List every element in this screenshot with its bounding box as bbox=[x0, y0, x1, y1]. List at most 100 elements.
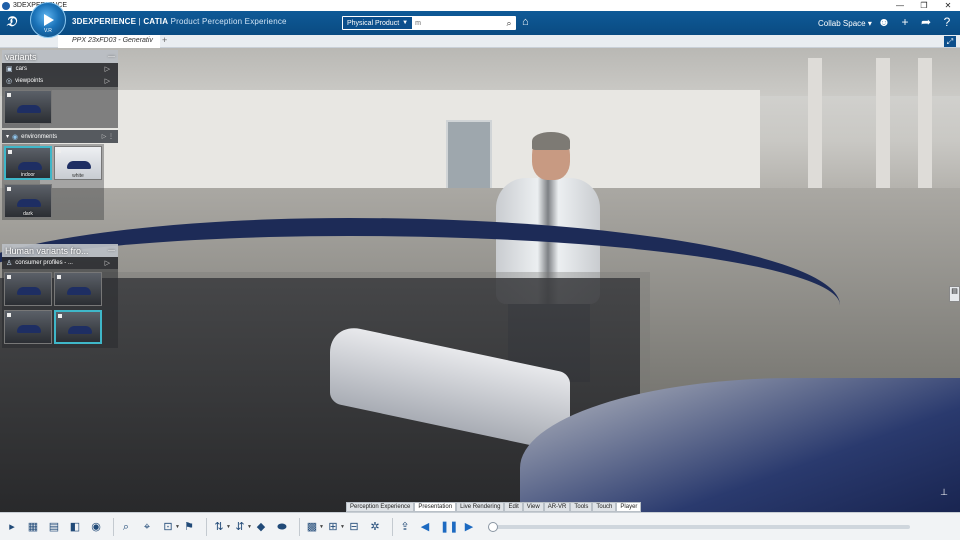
tab-ar-vr[interactable]: AR-VR bbox=[543, 502, 571, 512]
command-tabs: Perception Experience Presentation Live … bbox=[346, 502, 642, 512]
tab-view[interactable]: View bbox=[522, 502, 544, 512]
tab-ppx[interactable]: PPX 23xFD03 - Generativ bbox=[58, 35, 160, 48]
search-filter-label: Physical Product bbox=[347, 19, 400, 27]
more-options-icon[interactable]: ▷ ⋮ bbox=[102, 133, 114, 140]
human-thumbnail[interactable] bbox=[4, 310, 52, 344]
app-window: 3DEXPERIENCE — ❐ ✕ 𝔇 3DEXPERIENCE | CATI… bbox=[0, 0, 960, 540]
human-variants-icon[interactable]: ◧ bbox=[67, 519, 83, 535]
thumbnail-pin-icon bbox=[57, 275, 61, 279]
add-icon[interactable]: + bbox=[898, 15, 912, 29]
share-icon[interactable]: ➦ bbox=[919, 15, 933, 29]
help-icon[interactable]: ? bbox=[940, 15, 954, 29]
add-tab-icon[interactable]: + bbox=[162, 35, 167, 45]
consumer-profiles-label: consumer profiles - ... bbox=[15, 260, 73, 266]
brand-product: CATIA bbox=[143, 17, 169, 26]
env-thumbnail-label: dark bbox=[23, 211, 33, 217]
car-thumbnail-image bbox=[68, 326, 92, 334]
human-variants-panel: Human variants fro... — ♙ consumer profi… bbox=[2, 244, 118, 348]
ds-logo-icon[interactable]: 𝔇 bbox=[6, 14, 24, 32]
search-icon[interactable]: ⌕ bbox=[502, 18, 516, 29]
tab-edit[interactable]: Edit bbox=[504, 502, 523, 512]
side-panel-handle[interactable]: ▤ bbox=[949, 286, 960, 302]
render-icon[interactable]: ✲ bbox=[367, 519, 383, 535]
capture-icon[interactable]: ▩ ▼ bbox=[304, 519, 324, 535]
tree-icon[interactable]: ⊞ ▼ bbox=[325, 519, 345, 535]
export-icon[interactable]: ⇪ bbox=[397, 519, 413, 535]
human-thumbnail-selected[interactable] bbox=[54, 310, 102, 344]
car-thumbnail-image bbox=[17, 105, 41, 113]
viewpoint-thumbnail[interactable] bbox=[4, 90, 52, 124]
pause-icon[interactable]: ❚❚ bbox=[440, 519, 458, 535]
tab-touch[interactable]: Touch bbox=[592, 502, 617, 512]
record-icon[interactable]: ◉ bbox=[88, 519, 104, 535]
variants-panel-title: variants — bbox=[2, 50, 118, 63]
env-thumbnail-label: indoor bbox=[21, 172, 35, 178]
collapse-icon[interactable]: — bbox=[108, 247, 115, 254]
chevron-down-icon: ▼ bbox=[402, 20, 409, 26]
variant-row-label: cars bbox=[15, 66, 27, 72]
previous-icon[interactable]: ◀ bbox=[418, 519, 432, 535]
toolbar-divider bbox=[392, 517, 393, 536]
tab-live-rendering[interactable]: Live Rendering bbox=[456, 502, 505, 512]
section-icon[interactable]: ⊟ bbox=[346, 519, 362, 535]
tab-player[interactable]: Player bbox=[616, 502, 642, 512]
chevron-down-icon: ▼ bbox=[226, 523, 231, 530]
tab-presentation[interactable]: Presentation bbox=[414, 502, 457, 512]
car-icon: ▣ bbox=[6, 66, 13, 73]
user-avatar-icon[interactable]: ☻ bbox=[877, 15, 891, 29]
viewpoint-icon[interactable]: ⚑ bbox=[181, 519, 197, 535]
env-thumbnail-white[interactable]: white bbox=[54, 146, 102, 180]
env-thumbnail-indoor[interactable]: indoor bbox=[4, 146, 52, 180]
toolbar-divider bbox=[299, 517, 300, 536]
human-thumbnail[interactable] bbox=[4, 272, 52, 306]
variants-title: variants bbox=[5, 51, 37, 62]
expand-icon[interactable]: ▸ bbox=[4, 519, 20, 535]
close-button[interactable]: ✕ bbox=[936, 1, 960, 10]
tab-perception-experience[interactable]: Perception Experience bbox=[346, 502, 415, 512]
zoom-area-icon[interactable]: ⌖ bbox=[139, 519, 155, 535]
tag-icon[interactable]: ⌂ bbox=[522, 16, 529, 28]
variant-row-cars[interactable]: ▣ cars ▷ bbox=[2, 63, 118, 75]
collapse-icon[interactable]: — bbox=[108, 53, 115, 60]
walk-icon[interactable]: ⇅ ▼ bbox=[211, 519, 231, 535]
environments-panel: indoor white dark bbox=[2, 144, 104, 220]
next-icon[interactable]: ▶ bbox=[462, 519, 476, 535]
human-thumbnail[interactable] bbox=[54, 272, 102, 306]
collab-space-dropdown[interactable]: Collab Space ▾ bbox=[818, 19, 872, 28]
cube-icon[interactable]: ◆ bbox=[253, 519, 269, 535]
human-variants-title: Human variants fro... bbox=[5, 245, 89, 256]
search-input[interactable] bbox=[412, 17, 502, 29]
collab-space-label: Collab Space bbox=[818, 19, 866, 28]
layout-icon[interactable]: ▦ bbox=[25, 519, 41, 535]
axis-triad-icon[interactable]: ⊥ bbox=[940, 487, 948, 498]
variants-icon[interactable]: ▤ bbox=[46, 519, 62, 535]
variant-row-label: viewpoints bbox=[15, 78, 44, 84]
hall-door bbox=[446, 120, 492, 194]
consumer-profiles-row[interactable]: ♙ consumer profiles - ... ▷ bbox=[2, 257, 118, 269]
human-variants-panel-title: Human variants fro... — bbox=[2, 244, 118, 257]
ground-icon[interactable]: ⬬ bbox=[274, 519, 290, 535]
tab-tools[interactable]: Tools bbox=[570, 502, 593, 512]
fullscreen-icon[interactable]: ⤢ bbox=[944, 36, 956, 47]
hall-pillar bbox=[876, 58, 890, 188]
3d-viewport[interactable]: ⊥ ▤ bbox=[0, 48, 960, 512]
chevron-down-icon: ▼ bbox=[247, 523, 252, 530]
variant-row-viewpoints[interactable]: ◎ viewpoints ▷ bbox=[2, 75, 118, 87]
fit-all-icon[interactable]: ⊡ ▼ bbox=[160, 519, 180, 535]
restore-button[interactable]: ❐ bbox=[912, 1, 936, 10]
player-timeline-slider[interactable] bbox=[488, 521, 910, 532]
viewpoint-icon: ◎ bbox=[6, 78, 13, 85]
play-row-icon[interactable]: ▷ bbox=[105, 77, 110, 85]
compass-button[interactable]: V.R bbox=[30, 2, 66, 38]
thumbnail-pin-icon bbox=[7, 93, 11, 97]
zoom-icon[interactable]: ⌕ bbox=[118, 519, 134, 535]
environments-row[interactable]: ▾ ◉ environments ▷ ⋮ bbox=[2, 130, 118, 143]
play-row-icon[interactable]: ▷ bbox=[105, 259, 110, 267]
player-slider-knob[interactable] bbox=[488, 521, 498, 532]
search-filter-dropdown[interactable]: Physical Product ▼ bbox=[343, 17, 413, 29]
env-thumbnail-dark[interactable]: dark bbox=[4, 184, 52, 218]
play-row-icon[interactable]: ▷ bbox=[105, 65, 110, 73]
thumbnail-pin-icon bbox=[7, 187, 11, 191]
minimize-button[interactable]: — bbox=[888, 1, 912, 10]
fly-icon[interactable]: ⇵ ▼ bbox=[232, 519, 252, 535]
